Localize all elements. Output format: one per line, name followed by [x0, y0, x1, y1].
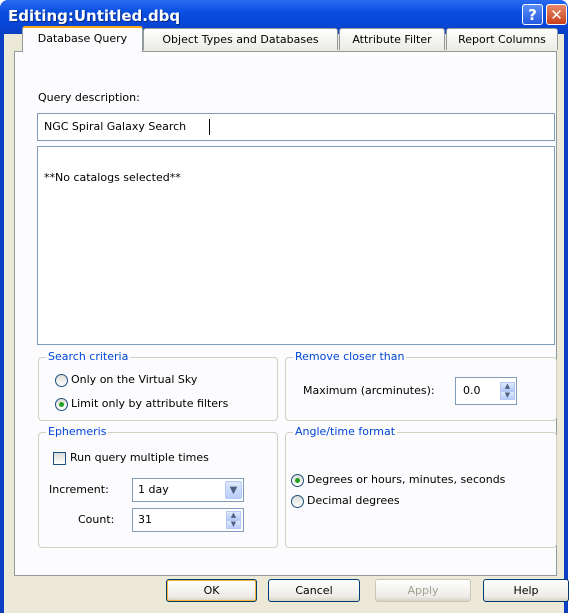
- tab-database-query[interactable]: Database Query: [22, 26, 143, 52]
- run-multiple-checkbox[interactable]: [53, 452, 66, 465]
- catalogs-list[interactable]: **No catalogs selected**: [37, 146, 555, 345]
- remove-closer-title: Remove closer than: [293, 350, 407, 363]
- ok-button[interactable]: OK: [166, 579, 257, 602]
- query-description-input[interactable]: NGC Spiral Galaxy Search: [37, 113, 555, 141]
- spin-down-icon[interactable]: ▼: [500, 391, 515, 400]
- tab-report-columns[interactable]: Report Columns: [446, 28, 558, 50]
- option-virtual-sky-label[interactable]: Only on the Virtual Sky: [71, 373, 197, 386]
- count-value: 31: [138, 513, 152, 526]
- spin-down-icon[interactable]: ▼: [226, 520, 241, 529]
- spin-up-icon[interactable]: ▲: [500, 382, 515, 391]
- maximum-arcminutes-label: Maximum (arcminutes):: [303, 384, 435, 397]
- increment-select[interactable]: 1 day ▼: [132, 478, 244, 502]
- window-title: Editing:Untitled.dbq: [8, 7, 181, 25]
- tab-object-types-databases[interactable]: Object Types and Databases: [143, 28, 338, 50]
- ephemeris-title: Ephemeris: [46, 425, 109, 438]
- option-degrees-hms-label[interactable]: Degrees or hours, minutes, seconds: [307, 473, 505, 486]
- option-decimal-degrees-label[interactable]: Decimal degrees: [307, 494, 400, 507]
- spin-up-icon[interactable]: ▲: [226, 511, 241, 520]
- close-icon[interactable]: ✕: [546, 4, 567, 25]
- option-attribute-filters-label[interactable]: Limit only by attribute filters: [71, 397, 228, 410]
- tab-attribute-filter[interactable]: Attribute Filter: [339, 28, 445, 50]
- search-criteria-title: Search criteria: [46, 350, 131, 363]
- chevron-down-icon[interactable]: ▼: [225, 481, 242, 499]
- count-spin-buttons[interactable]: ▲ ▼: [226, 511, 241, 529]
- text-cursor: [209, 119, 210, 135]
- help-icon[interactable]: ?: [522, 4, 543, 25]
- count-stepper[interactable]: 31 ▲ ▼: [132, 508, 244, 532]
- radio-attribute-filters[interactable]: [55, 398, 68, 411]
- apply-button[interactable]: Apply: [375, 579, 471, 602]
- maximum-arcminutes-stepper[interactable]: 0.0 ▲ ▼: [455, 377, 517, 405]
- cancel-button[interactable]: Cancel: [268, 579, 360, 602]
- search-criteria-group: Search criteria: [38, 350, 278, 421]
- angle-time-format-title: Angle/time format: [293, 425, 398, 438]
- angle-time-format-group: Angle/time format: [285, 425, 557, 548]
- catalogs-status-text: **No catalogs selected**: [44, 171, 181, 184]
- radio-degrees-hms[interactable]: [291, 474, 304, 487]
- radio-decimal-degrees[interactable]: [291, 495, 304, 508]
- increment-label: Increment:: [49, 483, 109, 496]
- run-multiple-label[interactable]: Run query multiple times: [70, 451, 209, 464]
- maximum-arcminutes-value: 0.0: [463, 384, 481, 397]
- query-description-label: Query description:: [38, 91, 140, 104]
- radio-virtual-sky[interactable]: [55, 374, 68, 387]
- count-label: Count:: [78, 513, 115, 526]
- query-description-value: NGC Spiral Galaxy Search: [44, 120, 187, 133]
- help-button[interactable]: Help: [483, 579, 569, 602]
- maximum-spin-buttons[interactable]: ▲ ▼: [500, 382, 515, 400]
- increment-value: 1 day: [138, 483, 169, 496]
